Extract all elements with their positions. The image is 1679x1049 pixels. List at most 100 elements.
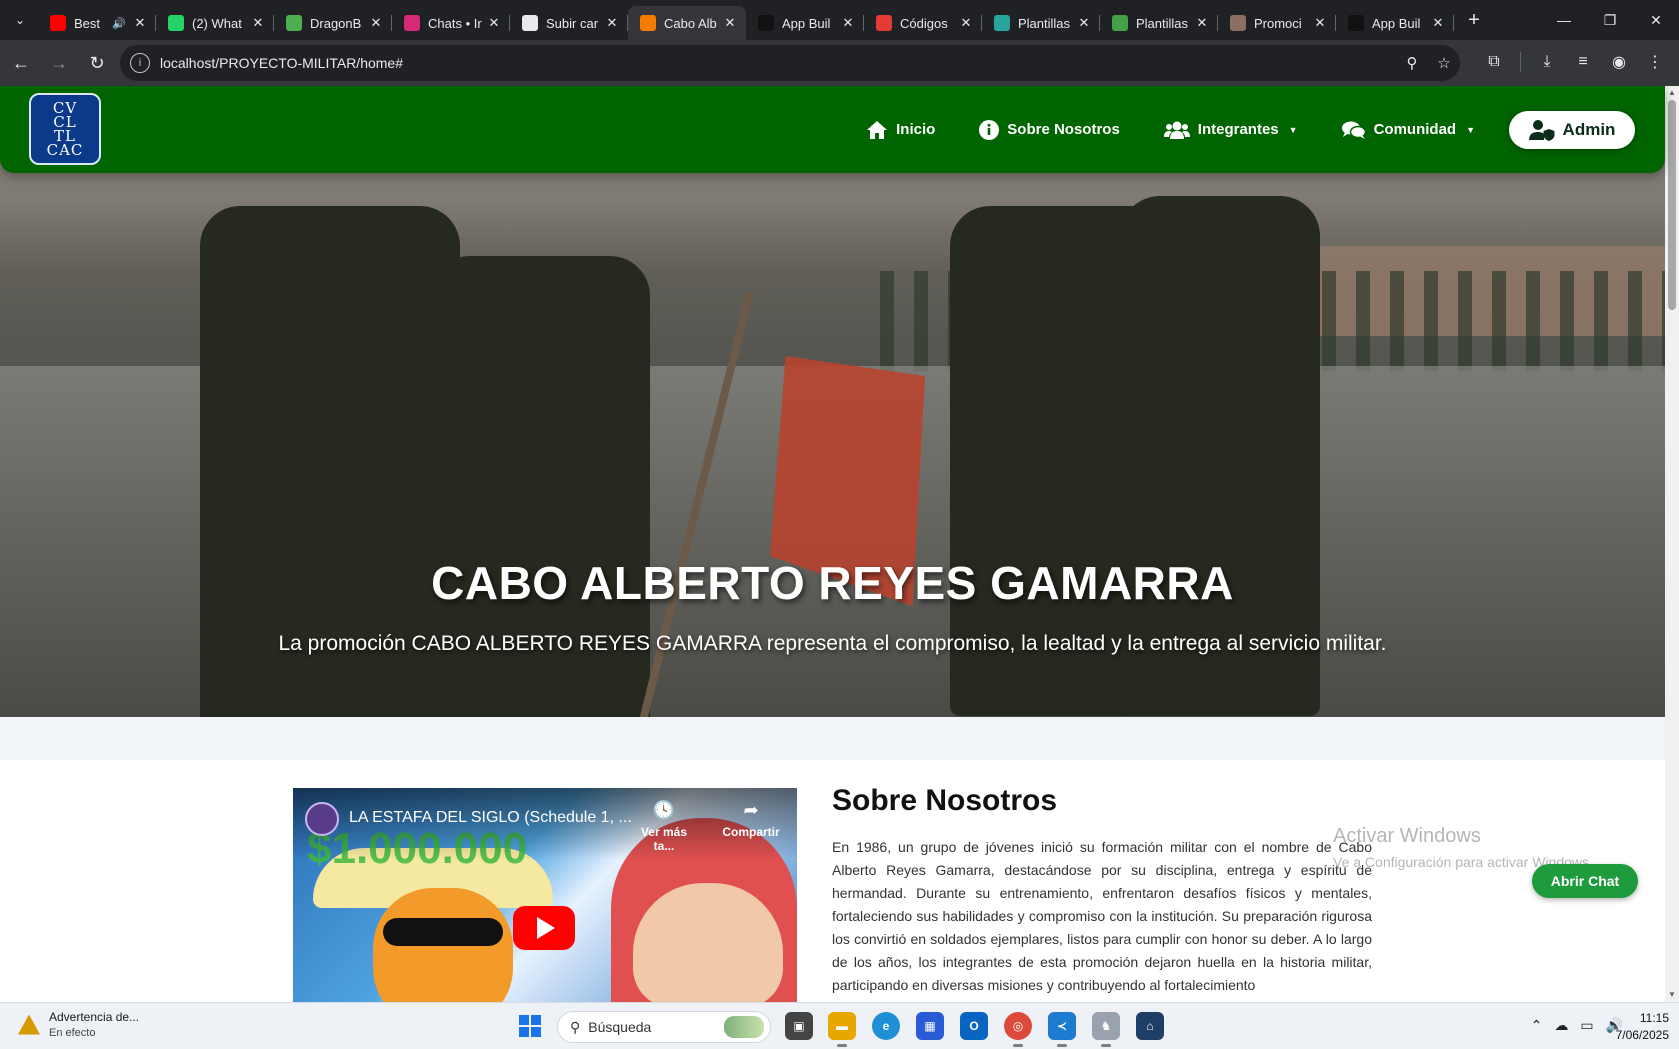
tab-close-icon[interactable]: ✕ (1430, 15, 1446, 31)
scrollbar-thumb[interactable] (1668, 100, 1676, 310)
hero-title: CABO ALBERTO REYES GAMARRA (431, 557, 1234, 609)
channel-avatar[interactable] (305, 802, 339, 836)
nav-inicio[interactable]: Inicio (866, 120, 935, 140)
windows-start-icon[interactable] (519, 1015, 541, 1037)
reload-icon[interactable]: ↻ (80, 46, 114, 80)
forward-icon[interactable]: → (42, 46, 76, 80)
whatsapp-favicon-icon (168, 15, 184, 31)
site-info-icon[interactable]: i (130, 53, 150, 73)
tab-title: App Buil (1372, 15, 1421, 31)
admin-button[interactable]: Admin (1509, 110, 1635, 149)
chrome-icon[interactable]: ◎ (1004, 1012, 1032, 1047)
dragonball-favicon-icon (286, 15, 302, 31)
tab-close-icon[interactable]: ✕ (1194, 15, 1210, 31)
app-builder-favicon-icon (758, 15, 774, 31)
nav-sobre-nosotros[interactable]: Sobre Nosotros (979, 119, 1120, 140)
logo-text: CV CL TL CAC (46, 99, 84, 159)
tab-close-icon[interactable]: ✕ (1312, 15, 1328, 31)
promocion-favicon-icon (1230, 15, 1246, 31)
hero-section: CABO ALBERTO REYES GAMARRA La promoción … (0, 86, 1665, 717)
search-highlight-image (724, 1016, 764, 1038)
task-view-icon[interactable]: ▣ (785, 1012, 813, 1040)
tab-audio-icon[interactable]: 🔊 (112, 17, 126, 30)
browser-tab[interactable]: Cabo Alb ✕ (628, 6, 746, 40)
tab-title: Promoci (1254, 15, 1302, 31)
nav-comunidad-dropdown[interactable]: Comunidad ▼ (1341, 120, 1475, 140)
hero-subtitle: La promoción CABO ALBERTO REYES GAMARRA … (278, 632, 1387, 655)
database-app-icon[interactable]: ⌂ (1136, 1012, 1164, 1040)
minimize-icon[interactable]: — (1541, 0, 1587, 40)
microsoft-store-icon[interactable]: ▦ (916, 1012, 944, 1040)
back-icon[interactable]: ← (4, 46, 38, 80)
file-explorer-icon[interactable]: ▬ (828, 1012, 856, 1047)
extensions-icon[interactable]: ⧉ (1478, 46, 1510, 78)
browser-tab[interactable]: DragonB ✕ (274, 6, 392, 40)
weather-warning-widget[interactable]: Advertencia de... En efecto (18, 1010, 139, 1039)
browser-tab[interactable]: Promoci ✕ (1218, 6, 1336, 40)
app-icon[interactable]: ♞ (1092, 1012, 1120, 1047)
site-logo[interactable]: CV CL TL CAC (29, 93, 101, 165)
warning-title: Advertencia de... (49, 1010, 140, 1024)
address-bar[interactable]: i localhost/PROYECTO-MILITAR/home# ⚲ ☆ (120, 45, 1460, 81)
tab-close-icon[interactable]: ✕ (250, 15, 266, 31)
tab-close-icon[interactable]: ✕ (604, 15, 620, 31)
tab-search-icon[interactable]: ⌄ (6, 6, 34, 34)
share-button[interactable]: ➦ Compartir (713, 800, 789, 839)
scroll-down-arrow[interactable]: ▼ (1667, 990, 1677, 1000)
share-label: Compartir (722, 825, 780, 839)
url-text[interactable]: localhost/PROYECTO-MILITAR/home# (160, 55, 1396, 71)
youtube-play-icon[interactable] (513, 906, 575, 950)
download-icon[interactable]: ⤓ (1531, 46, 1563, 78)
browser-tab[interactable]: App Buil ✕ (1336, 6, 1454, 40)
instagram-favicon-icon (404, 15, 420, 31)
tab-close-icon[interactable]: ✕ (368, 15, 384, 31)
browser-tab[interactable]: Códigos ✕ (864, 6, 982, 40)
bookmark-star-icon[interactable]: ☆ (1428, 54, 1460, 72)
browser-tab[interactable]: Plantillas ✕ (1100, 6, 1218, 40)
tab-close-icon[interactable]: ✕ (486, 15, 502, 31)
browser-tab[interactable]: (2) What ✕ (156, 6, 274, 40)
tab-title: App Buil (782, 15, 831, 31)
home-icon (867, 120, 888, 139)
tab-close-icon[interactable]: ✕ (722, 15, 738, 31)
video-title[interactable]: LA ESTAFA DEL SIGLO (Schedule 1, ... (349, 809, 632, 827)
browser-tab[interactable]: Plantillas ✕ (982, 6, 1100, 40)
browser-menu-icon[interactable]: ⋮ (1639, 46, 1671, 78)
system-tray: ⌃ ☁ ▭ 🔊 (1531, 1017, 1623, 1034)
network-icon[interactable]: ▭ (1580, 1017, 1593, 1034)
tray-chevron-up-icon[interactable]: ⌃ (1531, 1017, 1543, 1034)
scroll-up-arrow[interactable]: ▲ (1667, 88, 1677, 98)
watermark-title: Activar Windows (1333, 825, 1481, 847)
tab-close-icon[interactable]: ✕ (1076, 15, 1092, 31)
media-control-icon[interactable]: ≡ (1567, 46, 1599, 78)
vscode-icon[interactable]: ≺ (1048, 1012, 1076, 1047)
close-window-icon[interactable]: ✕ (1633, 0, 1679, 40)
page-scrollbar[interactable]: ▲ ▼ (1665, 86, 1679, 1002)
toolbar-actions: ⧉ ⤓ ≡ ◉ ⋮ (1478, 46, 1671, 78)
watch-later-button[interactable]: 🕓 Ver más ta... (629, 800, 699, 853)
restore-icon[interactable]: ❐ (1587, 0, 1633, 40)
profile-icon[interactable]: ◉ (1603, 46, 1635, 78)
browser-tab[interactable]: Subir car ✕ (510, 6, 628, 40)
youtube-video-embed[interactable]: $1.000.000 LA ESTAFA DEL SIGLO (Schedule… (293, 788, 797, 1002)
new-tab-button[interactable]: + (1460, 6, 1488, 34)
tab-close-icon[interactable]: ✕ (132, 15, 148, 31)
open-chat-button[interactable]: Abrir Chat (1532, 864, 1638, 898)
clock-time: 11:15 (1639, 1011, 1669, 1025)
tab-title: Best (74, 15, 101, 31)
outlook-icon[interactable]: O (960, 1012, 988, 1040)
watch-later-label: Ver más ta... (640, 825, 688, 853)
tab-close-icon[interactable]: ✕ (840, 15, 856, 31)
taskbar-clock[interactable]: 11:15 7/06/2025 (1616, 1010, 1669, 1044)
edge-icon[interactable]: e (872, 1012, 900, 1040)
admin-label: Admin (1562, 119, 1616, 139)
browser-tab[interactable]: App Buil ✕ (746, 6, 864, 40)
onedrive-icon[interactable]: ☁ (1554, 1017, 1568, 1034)
taskbar-search[interactable]: ⚲ Búsqueda (557, 1011, 771, 1043)
tab-close-icon[interactable]: ✕ (958, 15, 974, 31)
nav-integrantes-dropdown[interactable]: Integrantes ▼ (1163, 120, 1298, 140)
browser-tab[interactable]: Chats • Ir ✕ (392, 6, 510, 40)
browser-tab[interactable]: Best 🔊 ✕ (38, 6, 156, 40)
zoom-icon[interactable]: ⚲ (1396, 54, 1428, 72)
openai-favicon-icon (522, 15, 538, 31)
